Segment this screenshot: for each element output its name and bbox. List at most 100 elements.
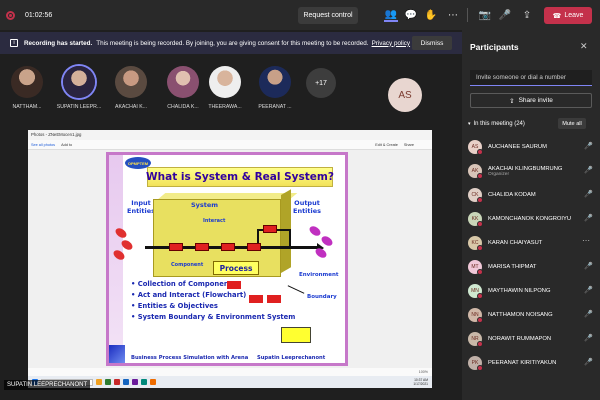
component-box	[249, 295, 263, 303]
avatar: MN	[468, 284, 483, 299]
participant-row[interactable]: CK CHALIDA KODAM 🎤	[468, 184, 596, 206]
participant-tile[interactable]: SUPATIN LEEPR...	[56, 66, 102, 110]
banner-heading: Recording has started.	[24, 39, 93, 47]
shared-screen: Photos - ZNeEMocen1.jpg See all photos A…	[28, 130, 432, 388]
avatar: KC	[468, 236, 483, 251]
slide-footer-left: Business Process Simulation with Arena	[131, 355, 249, 361]
avatar: CK	[468, 188, 483, 203]
share-icon: ⇪	[509, 97, 515, 105]
word-icon[interactable]	[123, 379, 129, 385]
taskbar-clock: 10:37 AM 1/17/2021	[413, 378, 428, 386]
component-box	[227, 281, 241, 289]
slide-decoration	[109, 345, 125, 363]
see-all-photos-button[interactable]: See all photos	[31, 143, 55, 147]
component-box	[263, 225, 277, 233]
share-invite-button[interactable]: ⇪ Share invite	[470, 93, 592, 108]
participant-tile[interactable]: THEERAWA...	[202, 66, 248, 110]
participant-row[interactable]: MN MAYTHAWIN NILPONG 🎤	[468, 280, 596, 302]
info-icon: i	[10, 39, 18, 47]
add-to-button[interactable]: Add to	[61, 143, 72, 147]
component-box	[195, 243, 209, 251]
mic-off-icon: 🎤	[584, 167, 593, 174]
avatar	[167, 66, 199, 98]
environment-label: Environment	[299, 272, 339, 278]
component-box	[221, 243, 235, 251]
participant-row[interactable]: NR NORAWIT RUMMAPON 🎤	[468, 328, 596, 350]
system-label: System	[191, 201, 219, 209]
meeting-timer: 01:02:56	[25, 11, 53, 19]
slide-image: OPMPTEM What is System & Real System? In…	[106, 152, 348, 366]
interact-label: Interact	[203, 218, 226, 224]
phone-icon: ☎	[552, 12, 562, 20]
zoom-level: 100%	[28, 368, 432, 376]
file-explorer-icon[interactable]	[96, 379, 102, 385]
mic-off-icon: 🎤	[584, 335, 593, 342]
input-entities-label: Input Entities	[127, 199, 156, 215]
slide-footer-right: Supatin Leeprechanont	[257, 355, 326, 361]
participant-name: CHALIDA K...	[167, 104, 199, 110]
mic-off-icon: 🎤	[584, 311, 593, 318]
camera-off-icon[interactable]: 📷	[478, 8, 492, 22]
more-participants-button[interactable]: +17	[306, 68, 336, 98]
edge-icon[interactable]	[141, 379, 147, 385]
invite-input[interactable]: Invite someone or dial a number	[470, 70, 592, 86]
participant-name: THEERAWA...	[208, 104, 242, 110]
people-icon[interactable]: 👥	[384, 8, 398, 22]
avatar: NR	[468, 332, 483, 347]
participant-row[interactable]: MT MARISA THIPMAT 🎤	[468, 256, 596, 278]
presenter-name: SUPATIN LEEPRECHANONT	[4, 380, 91, 390]
participant-row[interactable]: NN NATTHAMON NOISANG 🎤	[468, 304, 596, 326]
more-icon[interactable]: ⋯	[446, 8, 460, 22]
section-label: In this meeting (24)	[473, 121, 525, 127]
system-boundary-shape	[281, 327, 311, 343]
raise-hand-icon[interactable]: ✋	[424, 8, 438, 22]
meeting-toolbar: 01:02:56 Request control 👥 💬 ✋ ⋯	[0, 0, 462, 30]
mute-all-button[interactable]: Mute all	[558, 118, 586, 129]
recording-banner: i Recording has started. This meeting is…	[0, 32, 462, 54]
more-options-icon[interactable]: ⋯	[582, 236, 590, 245]
request-control-button[interactable]: Request control	[298, 7, 358, 24]
participant-name: AKACHAI K...	[115, 104, 147, 110]
chevron-down-icon: ▾	[468, 121, 471, 127]
mic-off-icon: 🎤	[584, 287, 593, 294]
photo-viewer: OPMPTEM What is System & Real System? In…	[28, 150, 432, 368]
in-meeting-section[interactable]: ▾ In this meeting (24) Mute all	[468, 118, 594, 130]
avatar	[209, 66, 241, 98]
avatar	[63, 66, 95, 98]
leave-button[interactable]: ☎ Leave	[544, 7, 592, 24]
avatar: AS	[468, 140, 483, 155]
mic-off-icon[interactable]: 🎤	[498, 8, 512, 22]
edit-create-button[interactable]: Edit & Create	[375, 143, 398, 147]
app-icon[interactable]	[150, 379, 156, 385]
share-icon[interactable]: ⇪	[520, 8, 534, 22]
participant-row[interactable]: KC KARAN CHAIYASUT ⋯	[468, 232, 596, 254]
participant-name: PEERANAT ...	[258, 104, 292, 110]
privacy-policy-link[interactable]: Privacy policy	[372, 40, 411, 47]
mic-off-icon: 🎤	[584, 359, 593, 366]
photos-share-button[interactable]: Share	[404, 143, 414, 147]
loop-line-right	[289, 229, 291, 247]
participant-row[interactable]: KK KAMONCHANOK KONGROIYU 🎤	[468, 208, 596, 230]
dismiss-button[interactable]: Dismiss	[412, 36, 452, 50]
avatar	[115, 66, 147, 98]
participant-row[interactable]: AS AUCHANEE SAURUM 🎤	[468, 136, 596, 158]
participant-tile[interactable]: NATTHAM...	[4, 66, 50, 110]
boundary-label: Boundary	[307, 294, 337, 300]
participant-tile[interactable]: CHALIDA K...	[160, 66, 206, 110]
component-box	[267, 295, 281, 303]
teams-icon[interactable]	[132, 379, 138, 385]
participant-tile[interactable]: PEERANAT ...	[252, 66, 298, 110]
banner-text: This meeting is being recorded. By joini…	[96, 39, 369, 47]
meeting-toolbar-right: 📷 🎤 ⇪ ☎ Leave	[462, 0, 600, 30]
participant-row[interactable]: PK PEERANAT KIRITIYAKUN 🎤	[468, 352, 596, 374]
avatar: MT	[468, 260, 483, 275]
participant-tile[interactable]: AKACHAI K...	[108, 66, 154, 110]
chat-icon[interactable]: 💬	[404, 8, 418, 22]
share-invite-label: Share invite	[518, 97, 553, 104]
powerpoint-icon[interactable]	[114, 379, 120, 385]
excel-icon[interactable]	[105, 379, 111, 385]
output-entity-shape	[313, 246, 329, 260]
output-entities-label: Output Entities	[293, 199, 322, 215]
close-icon[interactable]: ✕	[580, 41, 588, 52]
participant-row[interactable]: AK AKACHAI KLINGBUMRUNG Organizer 🎤	[468, 160, 596, 182]
